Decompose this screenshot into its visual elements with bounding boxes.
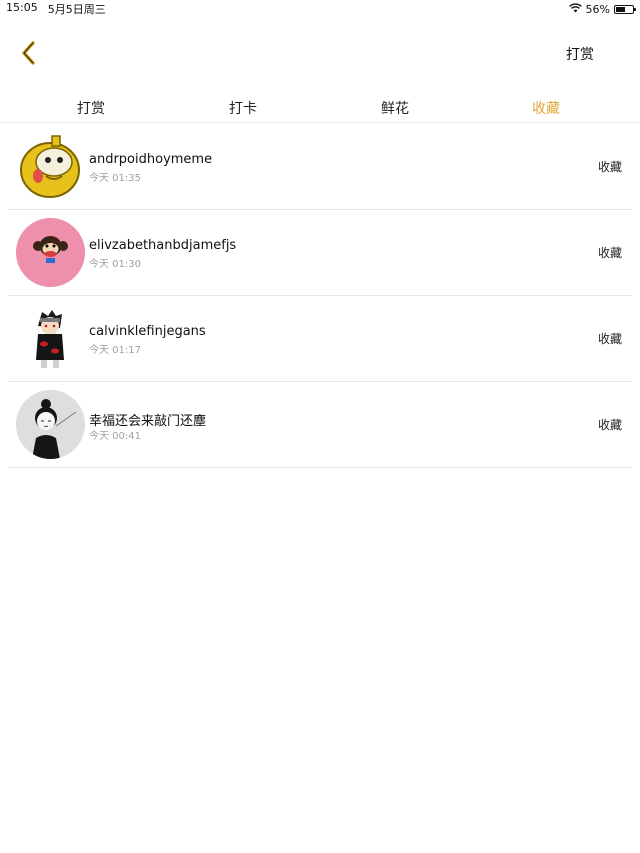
item-time: 今天 01:35 [89,173,141,184]
back-button[interactable] [14,40,44,70]
tab-bar: 打赏 打卡 鲜花 收藏 [0,94,640,123]
action-label: 收藏 [597,332,622,346]
tab-flowers[interactable]: 鲜花 [365,98,425,118]
user-name: elivzabethanbdjamefjs [89,238,237,253]
battery-icon [614,4,636,14]
item-time: 今天 01:17 [89,345,141,356]
tab-favorites[interactable]: 收藏 [516,98,576,118]
avatar [16,390,85,459]
user-name: calvinklefinjegans [89,324,206,339]
pink-monkey-avatar [16,218,85,287]
tab-reward[interactable]: 打赏 [61,98,121,118]
wifi-icon [568,2,582,16]
list-item[interactable]: andrpoidhoymeme 今天 01:35 收藏 [8,124,632,210]
avatar [16,218,85,287]
nav-bar: 打赏 [0,30,640,80]
favorites-list: andrpoidhoymeme 今天 01:35 收藏 elivzabethan… [8,124,632,468]
item-time: 今天 01:30 [89,259,141,270]
list-item[interactable]: elivzabethanbdjamefjs 今天 01:30 收藏 [8,210,632,296]
action-label: 收藏 [597,418,622,432]
user-name: andrpoidhoymeme [89,152,213,167]
yellow-cartoon-avatar [16,132,85,201]
battery-percent: 56% [585,2,610,16]
status-date: 5月5日周三 [47,3,106,16]
chevron-left-icon [21,41,37,69]
action-label: 收藏 [597,246,622,260]
anime-ninja-avatar [16,304,85,373]
status-time: 15:05 [6,1,38,14]
avatar [16,132,85,201]
item-time: 今天 00:41 [89,431,141,442]
reward-button[interactable]: 打赏 [566,44,594,64]
list-item[interactable]: calvinklefinjegans 今天 01:17 收藏 [8,296,632,382]
sketch-girl-avatar [16,390,85,459]
status-bar: 15:05 5月5日周三 56% [0,0,640,18]
tab-checkin[interactable]: 打卡 [213,98,273,118]
battery-level [616,6,625,12]
list-item[interactable]: 幸福还会来敲门还塵 今天 00:41 收藏 [8,382,632,468]
action-label: 收藏 [597,160,622,174]
avatar [16,304,85,373]
